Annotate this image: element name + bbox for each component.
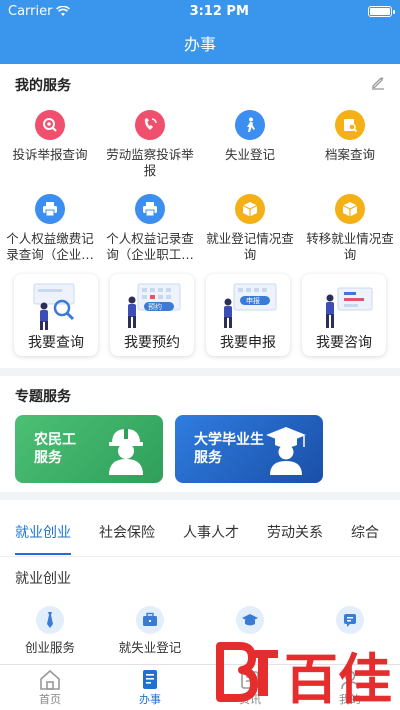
worker-helmet-icon [109, 429, 143, 475]
consult-card[interactable]: 我要咨询 [302, 274, 386, 356]
migrant-worker-card[interactable]: 农民工 服务 [15, 415, 163, 483]
service-label: 就业登记情况查询 [206, 231, 294, 262]
service-transfer-employment-status[interactable]: 转移就业情况查询 [300, 194, 400, 278]
declare-badge: 申报 [246, 297, 260, 305]
tie-icon [36, 606, 64, 634]
migrant-worker-card-text: 农民工 服务 [34, 431, 76, 467]
graduation-cap-icon [236, 606, 264, 634]
tabbar-service-label: 办事 [139, 693, 161, 706]
service-label: 个人权益缴费记录查询（企业… [6, 231, 94, 262]
battery-icon [367, 5, 395, 17]
service-grid: 投诉举报查询 劳动监察投诉举报 失业登记 档案查询 个人权益缴费记录查询（企业… [0, 110, 400, 278]
service-employment-register-status[interactable]: 就业登记情况查询 [200, 194, 300, 278]
labor-inspection-icon [135, 110, 165, 140]
query-card[interactable]: 我要查询 [14, 274, 98, 356]
chat-icon [336, 606, 364, 634]
category-section-title: 就业创业 [15, 571, 71, 587]
complaint-search-icon [35, 110, 65, 140]
migrant-worker-line2: 服务 [34, 450, 62, 466]
box-icon [335, 194, 365, 224]
document-icon [143, 670, 157, 689]
tab-comprehensive[interactable]: 综合 [351, 522, 379, 542]
home-icon [40, 669, 60, 690]
migrant-worker-line1: 农民工 [34, 432, 76, 448]
query-card-label: 我要查询 [28, 335, 84, 351]
archive-search-icon [335, 110, 365, 140]
special-services-section: 专题服务 农民工 服务 大学毕业生 服务 [0, 376, 400, 492]
printer-icon [35, 194, 65, 224]
watermark-text: 百佳 [284, 648, 392, 710]
tabbar-service[interactable]: 办事 [100, 665, 200, 710]
graduate-line1: 大学毕业生 [194, 432, 264, 448]
service-personal-payment-record[interactable]: 个人权益缴费记录查询（企业… [0, 194, 100, 278]
category-tabs: 就业创业 社会保险 人事人才 劳动关系 综合 [0, 500, 400, 557]
tab-social-insurance[interactable]: 社会保险 [99, 522, 155, 542]
declare-card-label: 我要申报 [220, 335, 276, 351]
tab-labor-relations[interactable]: 劳动关系 [267, 522, 323, 542]
baijia-watermark-logo: 百佳 [216, 642, 392, 710]
briefcase-icon [136, 606, 164, 634]
graduate-card[interactable]: 大学毕业生 服务 [175, 415, 323, 483]
service-label: 档案查询 [324, 147, 375, 162]
status-bar: Carrier 3:12 PM [0, 0, 400, 22]
service-unemployment-register[interactable]: 失业登记 [200, 110, 300, 194]
tabbar-home[interactable]: 首页 [0, 665, 100, 710]
page-title: 办事 [183, 35, 216, 54]
service-label: 转移就业情况查询 [306, 231, 394, 262]
declare-illustration [224, 283, 277, 328]
my-services-title: 我的服务 [15, 78, 71, 94]
service-label: 劳动监察投诉举报 [106, 147, 194, 178]
service-label: 失业登记 [224, 147, 275, 162]
appointment-card[interactable]: 预约 我要预约 [110, 274, 194, 356]
my-services-section: 我的服务 投诉举报查询 劳动监察投诉举报 失业登记 档案查询 个人权益缴费记录查… [0, 64, 400, 368]
appointment-badge: 预约 [148, 303, 162, 311]
service-label: 个人权益记录查询（企业职工… [106, 231, 194, 262]
nav-bar: 办事 [0, 22, 400, 64]
graduate-card-text: 大学毕业生 服务 [194, 431, 264, 467]
service-entrepreneurship[interactable]: 创业服务 [0, 606, 100, 672]
consult-card-label: 我要咨询 [316, 335, 372, 351]
consult-illustration [326, 287, 373, 328]
tabbar-home-label: 首页 [39, 693, 61, 706]
graduate-line2: 服务 [194, 450, 222, 466]
special-services-title: 专题服务 [15, 389, 71, 405]
service-labor-inspection[interactable]: 劳动监察投诉举报 [100, 110, 200, 194]
quick-action-cards: 我要查询 预约 我要预约 申报 我要申报 我要咨询 [0, 274, 400, 356]
carrier-label: Carrier [8, 3, 53, 19]
active-tab-indicator [15, 553, 71, 555]
box-icon [235, 194, 265, 224]
tab-personnel-talent[interactable]: 人事人才 [183, 522, 239, 542]
wifi-icon [56, 5, 71, 16]
service-archive-search[interactable]: 档案查询 [300, 110, 400, 194]
service-complaint-search[interactable]: 投诉举报查询 [0, 110, 100, 194]
unemployment-register-icon [235, 110, 265, 140]
service-label: 投诉举报查询 [12, 147, 88, 162]
query-illustration [33, 283, 75, 330]
edit-icon[interactable] [370, 74, 386, 90]
declare-card[interactable]: 申报 我要申报 [206, 274, 290, 356]
tab-employment-entrepreneurship[interactable]: 就业创业 [15, 522, 71, 542]
appointment-card-label: 我要预约 [124, 335, 180, 351]
clock: 3:12 PM [189, 3, 249, 19]
service-employment-unemployment-register[interactable]: 就失业登记 [100, 606, 200, 672]
printer-icon [135, 194, 165, 224]
service-personal-rights-record[interactable]: 个人权益记录查询（企业职工… [100, 194, 200, 278]
graduation-cap-icon [266, 427, 306, 475]
